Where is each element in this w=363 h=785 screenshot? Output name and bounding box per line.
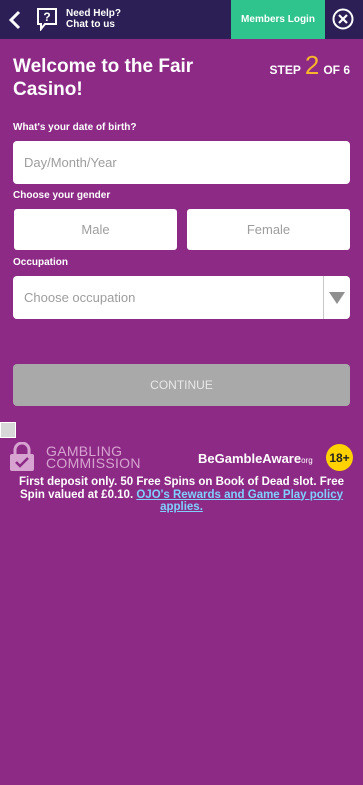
svg-text:?: ? (43, 10, 50, 24)
bga-text: BeGambleAware (198, 451, 302, 466)
dob-label: What's your date of birth? (13, 122, 137, 133)
close-icon[interactable] (332, 8, 354, 30)
top-bar: ? Need Help? Chat to us Members Login (0, 0, 363, 39)
gambling-commission-logo[interactable]: GAMBLING COMMISSION (8, 442, 141, 472)
occupation-select[interactable]: Choose occupation (13, 276, 350, 319)
help-line1: Need Help? (66, 8, 122, 19)
dropdown-arrow[interactable] (323, 276, 350, 319)
continue-button[interactable]: CONTINUE (13, 364, 350, 406)
gc-line2: COMMISSION (46, 455, 141, 471)
occupation-placeholder: Choose occupation (24, 290, 136, 305)
age-18-badge: 18+ (326, 444, 353, 471)
dob-placeholder: Day/Month/Year (24, 155, 117, 170)
begambleaware-logo[interactable]: BeGambleAwareorg (198, 451, 313, 466)
padlock-icon (10, 442, 34, 471)
bga-org: org (301, 456, 313, 465)
step-label: STEP (269, 63, 301, 77)
step-indicator: STEP 2 OF 6 (270, 50, 350, 81)
question-mark-icon: ? (37, 8, 57, 31)
gender-label: Choose your gender (13, 190, 111, 201)
promo-disclaimer: First deposit only. 50 Free Spins on Boo… (6, 476, 357, 514)
occupation-label: Occupation (13, 257, 69, 268)
triangle-down-icon (329, 291, 345, 304)
help-line2: Chat to us (66, 19, 115, 30)
step-total: OF 6 (323, 63, 350, 77)
gambling-commission-text: GAMBLING COMMISSION (46, 444, 141, 471)
help-text: Need Help? Chat to us (66, 8, 121, 30)
page-title: Welcome to the Fair Casino! (13, 56, 194, 100)
gender-female-button[interactable]: Female (187, 209, 350, 250)
step-current: 2 (304, 50, 320, 80)
members-login-button[interactable]: Members Login (231, 0, 325, 39)
dob-input[interactable]: Day/Month/Year (13, 141, 350, 184)
gender-male-button[interactable]: Male (14, 209, 177, 250)
back-button[interactable] (4, 6, 26, 34)
help-chat-link[interactable]: ? Need Help? Chat to us (36, 7, 121, 31)
broken-image-icon (0, 422, 16, 438)
rewards-policy-link[interactable]: OJO's Rewards and Game Play policy appli… (136, 489, 343, 514)
chevron-left-icon (9, 10, 21, 30)
